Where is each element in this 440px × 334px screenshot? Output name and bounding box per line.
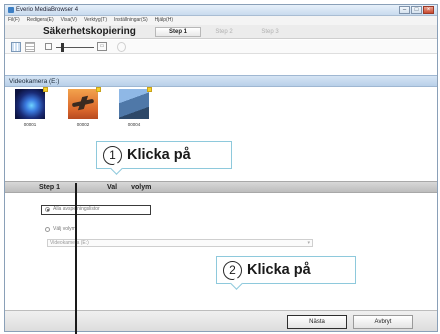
callout-2-number: 2 [223, 261, 242, 280]
menu-edit[interactable]: Redigera(E) [27, 16, 54, 25]
step-panel-title-prefix: Val [107, 184, 118, 191]
view-toolbar: ▭ [5, 40, 437, 54]
cancel-button[interactable]: Avbryt [353, 315, 413, 329]
airplane-icon [71, 98, 95, 108]
bottom-bar: Nästa Avbryt [5, 310, 437, 331]
mode-title: Säkerhetskopiering [43, 26, 136, 37]
title-bar: Everio MediaBrowser 4 – □ × [5, 5, 437, 16]
zoom-slider-thumb[interactable] [61, 43, 64, 52]
tab-step-3: Step 3 [261, 29, 279, 35]
thumbnail-3[interactable] [119, 87, 152, 119]
grid-view-icon[interactable] [11, 42, 21, 52]
app-icon [8, 7, 14, 13]
radio-select-volume[interactable] [45, 227, 50, 232]
volume-select[interactable]: Videokamera (E:) ▾ [47, 239, 313, 247]
window-controls: – □ × [399, 6, 434, 14]
new-marker-icon [96, 87, 101, 92]
radio-all-lists[interactable] [45, 207, 50, 212]
device-header: Videokamera (E:) [5, 75, 437, 87]
menu-settings[interactable]: Inställningar(S) [114, 16, 148, 25]
minimize-button[interactable]: – [399, 6, 410, 14]
chevron-down-icon: ▾ [307, 240, 310, 246]
option-volume-label: Välj volym [53, 226, 76, 232]
new-marker-icon [43, 87, 48, 92]
menu-tools[interactable]: Verktyg(T) [84, 16, 107, 25]
thumbnail-1[interactable] [15, 87, 48, 119]
callout-1-number: 1 [103, 146, 122, 165]
list-view-icon[interactable] [25, 42, 35, 52]
window-title: Everio MediaBrowser 4 [16, 7, 79, 13]
maximize-button[interactable]: □ [411, 6, 422, 14]
steps-bar: Säkerhetskopiering Step 1 Step 2 Step 3 [5, 25, 437, 39]
device-label: Videokamera (E:) [9, 78, 60, 85]
menu-file[interactable]: Fil(F) [8, 16, 20, 25]
thumbnail-name: 00002 [76, 122, 90, 127]
close-button[interactable]: × [423, 6, 434, 14]
menu-help[interactable]: Hjälp(H) [155, 16, 173, 25]
callout-2-text: Klicka på [247, 262, 311, 278]
step-panel-title-suffix: volym [131, 184, 152, 191]
thumbnail-name: 00001 [23, 122, 37, 127]
thumbnail-2[interactable] [68, 87, 101, 119]
next-button[interactable]: Nästa [287, 315, 347, 329]
building-thumbnail [119, 89, 149, 119]
rotate-icon[interactable] [117, 42, 126, 52]
step-panel-step: Step 1 [39, 184, 61, 191]
tab-step-2: Step 2 [215, 29, 233, 35]
step-panel-header: Step 1 Val volym [5, 181, 437, 193]
zoom-in-icon[interactable]: ▭ [97, 42, 107, 51]
fireworks-thumbnail [15, 89, 45, 119]
zoom-out-icon[interactable] [45, 43, 52, 50]
menu-view[interactable]: Visa(V) [61, 16, 77, 25]
callout-1-text: Klicka på [127, 147, 191, 163]
callout-1-leader-line [75, 183, 77, 334]
new-marker-icon [147, 87, 152, 92]
menu-bar: Fil(F) Redigera(E) Visa(V) Verktyg(T) In… [5, 16, 437, 25]
airplane-thumbnail [68, 89, 98, 119]
step-panel-title: Val volym [107, 183, 151, 192]
tab-step-1[interactable]: Step 1 [155, 27, 201, 37]
volume-select-value: Videokamera (E:) [50, 240, 89, 246]
thumbnail-name: 00004 [127, 122, 141, 127]
